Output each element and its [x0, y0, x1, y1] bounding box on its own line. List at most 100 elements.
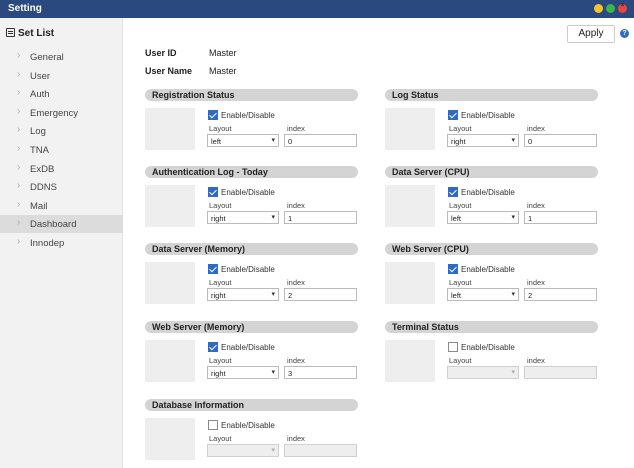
index-input[interactable]: 1	[284, 211, 357, 224]
layout-value: left	[451, 291, 462, 300]
index-input[interactable]: 0	[524, 134, 597, 147]
sidebar-item-label: Log	[30, 126, 46, 138]
enable-checkbox[interactable]	[208, 187, 218, 197]
sidebar-item-general[interactable]: › General	[0, 48, 123, 66]
enable-label: Enable/Disable	[461, 343, 515, 352]
sidebar-item-log[interactable]: › Log	[0, 122, 123, 140]
index-value: 0	[288, 137, 293, 146]
layout-select[interactable]: right ▾	[207, 288, 279, 301]
window-title: Setting	[8, 3, 42, 14]
layout-select[interactable]: left ▾	[207, 134, 279, 147]
layout-select[interactable]: right ▾	[207, 366, 279, 379]
section-header: Data Server (Memory)	[145, 243, 358, 255]
section-title: Log Status	[392, 90, 439, 100]
enable-checkbox[interactable]	[448, 110, 458, 120]
section-data-server-memory: Data Server (Memory) Enable/Disable Layout…	[145, 243, 358, 313]
section-header: Terminal Status	[385, 321, 598, 333]
index-label: index	[287, 278, 305, 287]
layout-value: left	[211, 137, 222, 146]
chevron-right-icon: ›	[17, 87, 21, 99]
sidebar-item-innodep[interactable]: › Innodep	[0, 234, 123, 252]
index-input[interactable]: 2	[284, 288, 357, 301]
chevron-right-icon: ›	[17, 50, 21, 61]
section-header: Log Status	[385, 89, 598, 101]
sidebar-item-emergency[interactable]: › Emergency	[0, 104, 123, 122]
enable-label: Enable/Disable	[461, 111, 515, 120]
enable-checkbox[interactable]	[208, 264, 218, 274]
sidebar-item-ddns[interactable]: › DDNS	[0, 178, 123, 196]
user-id-label: User ID	[145, 48, 177, 58]
section-header: Data Server (CPU)	[385, 166, 598, 178]
index-label: index	[527, 356, 545, 365]
section-header: Web Server (CPU)	[385, 243, 598, 255]
maximize-button[interactable]	[606, 4, 615, 13]
section-authentication-log-today: Authentication Log - Today Enable/Disable…	[145, 166, 358, 236]
section-header: Web Server (Memory)	[145, 321, 358, 333]
sidebar-item-dashboard[interactable]: › Dashboard	[0, 215, 123, 234]
chevron-right-icon: ›	[17, 68, 21, 80]
sidebar-item-tna[interactable]: › TNA	[0, 141, 123, 159]
index-label: index	[287, 124, 305, 133]
index-label: index	[287, 356, 305, 365]
section-title: Database Information	[152, 400, 245, 410]
index-value: 2	[528, 291, 533, 300]
index-input[interactable]: 0	[284, 134, 357, 147]
layout-label: Layout	[209, 356, 232, 365]
section-terminal-status: Terminal Status Enable/Disable Layout index…	[385, 321, 598, 391]
enable-checkbox[interactable]	[208, 420, 218, 430]
help-icon[interactable]: ?	[620, 29, 629, 38]
layout-label: Layout	[209, 278, 232, 287]
section-web-server-cpu: Web Server (CPU) Enable/Disable Layout inde…	[385, 243, 598, 313]
chevron-right-icon: ›	[17, 161, 21, 173]
layout-select[interactable]: ▾	[207, 444, 279, 457]
chevron-right-icon: ›	[17, 217, 21, 229]
sidebar-item-label: User	[30, 70, 51, 82]
sidebar: Set List › General › User › Auth › Emergency › Lo…	[0, 18, 123, 468]
layout-select[interactable]: left ▾	[447, 211, 519, 224]
layout-label: Layout	[209, 434, 232, 443]
widget-preview	[145, 262, 195, 304]
chevron-down-icon: ▾	[271, 369, 275, 376]
section-title: Terminal Status	[392, 322, 459, 332]
section-data-server-cpu: Data Server (CPU) Enable/Disable Layout ind…	[385, 166, 598, 236]
sidebar-item-mail[interactable]: › Mail	[0, 197, 123, 215]
minimize-button[interactable]	[594, 4, 603, 13]
enable-checkbox[interactable]	[448, 264, 458, 274]
enable-label: Enable/Disable	[221, 188, 275, 197]
sidebar-item-auth[interactable]: › Auth	[0, 85, 123, 103]
index-input[interactable]: 3	[284, 366, 357, 379]
chevron-right-icon: ›	[17, 143, 21, 154]
layout-select[interactable]: right ▾	[447, 134, 519, 147]
layout-value: right	[211, 214, 226, 223]
index-input[interactable]	[524, 366, 597, 379]
enable-checkbox[interactable]	[448, 187, 458, 197]
apply-button[interactable]: Apply	[567, 25, 615, 43]
enable-checkbox[interactable]	[448, 342, 458, 352]
sidebar-item-label: Auth	[30, 89, 50, 101]
sidebar-item-exdb[interactable]: › ExDB	[0, 160, 123, 178]
enable-label: Enable/Disable	[221, 265, 275, 274]
section-web-server-memory: Web Server (Memory) Enable/Disable Layout i…	[145, 321, 358, 391]
layout-label: Layout	[449, 278, 472, 287]
close-button[interactable]: ×	[618, 2, 627, 13]
chevron-down-icon: ▾	[511, 137, 515, 144]
index-input[interactable]: 2	[524, 288, 597, 301]
layout-select[interactable]: right ▾	[207, 211, 279, 224]
close-icon: ×	[620, 2, 625, 9]
layout-label: Layout	[449, 356, 472, 365]
layout-select[interactable]: ▾	[447, 366, 519, 379]
enable-checkbox[interactable]	[208, 110, 218, 120]
sidebar-item-label: Dashboard	[30, 219, 77, 231]
section-title: Authentication Log - Today	[152, 167, 268, 177]
enable-checkbox[interactable]	[208, 342, 218, 352]
chevron-right-icon: ›	[17, 105, 21, 117]
section-registration-status: Registration Status Enable/Disable Layout i…	[145, 89, 358, 159]
enable-label: Enable/Disable	[221, 111, 275, 120]
layout-value: left	[451, 214, 462, 223]
index-input[interactable]	[284, 444, 357, 457]
layout-select[interactable]: left ▾	[447, 288, 519, 301]
sidebar-item-user[interactable]: › User	[0, 67, 123, 85]
layout-label: Layout	[209, 124, 232, 133]
index-input[interactable]: 1	[524, 211, 597, 224]
index-value: 1	[288, 214, 293, 223]
